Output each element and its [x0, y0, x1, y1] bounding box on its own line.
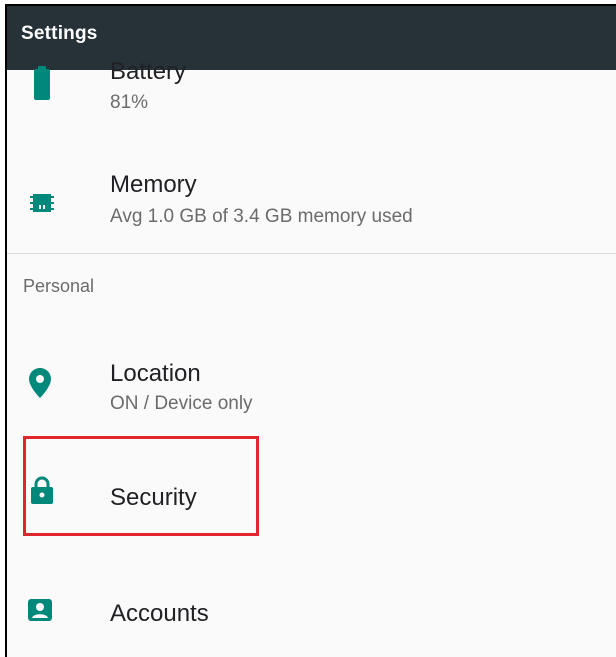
location-label: Location: [110, 360, 201, 387]
settings-item-memory[interactable]: Memory Avg 1.0 GB of 3.4 GB memory used: [7, 156, 616, 246]
settings-item-battery[interactable]: Battery 81%: [7, 58, 616, 130]
battery-label: Battery: [110, 58, 187, 85]
memory-label: Memory: [110, 171, 197, 198]
settings-item-location[interactable]: Location ON / Device only: [7, 340, 616, 440]
section-header-personal: Personal: [23, 276, 95, 296]
memory-chip-icon: [29, 190, 55, 216]
location-pin-icon: [27, 368, 53, 398]
app-title: Settings: [21, 23, 98, 44]
account-icon: [27, 597, 53, 623]
settings-window: Settings Battery 81% Memory Avg 1.0 GB o…: [5, 4, 616, 657]
battery-subtitle: 81%: [110, 92, 149, 113]
location-subtitle: ON / Device only: [110, 393, 253, 414]
security-highlight-box: [23, 436, 259, 536]
memory-subtitle: Avg 1.0 GB of 3.4 GB memory used: [110, 206, 413, 227]
settings-item-accounts[interactable]: Accounts: [7, 560, 616, 657]
app-bar: Settings: [7, 6, 616, 70]
accounts-label: Accounts: [110, 600, 209, 627]
battery-icon: [29, 66, 55, 102]
settings-list[interactable]: Battery 81% Memory Avg 1.0 GB of 3.4 GB …: [7, 58, 616, 657]
section-divider: [7, 253, 616, 254]
